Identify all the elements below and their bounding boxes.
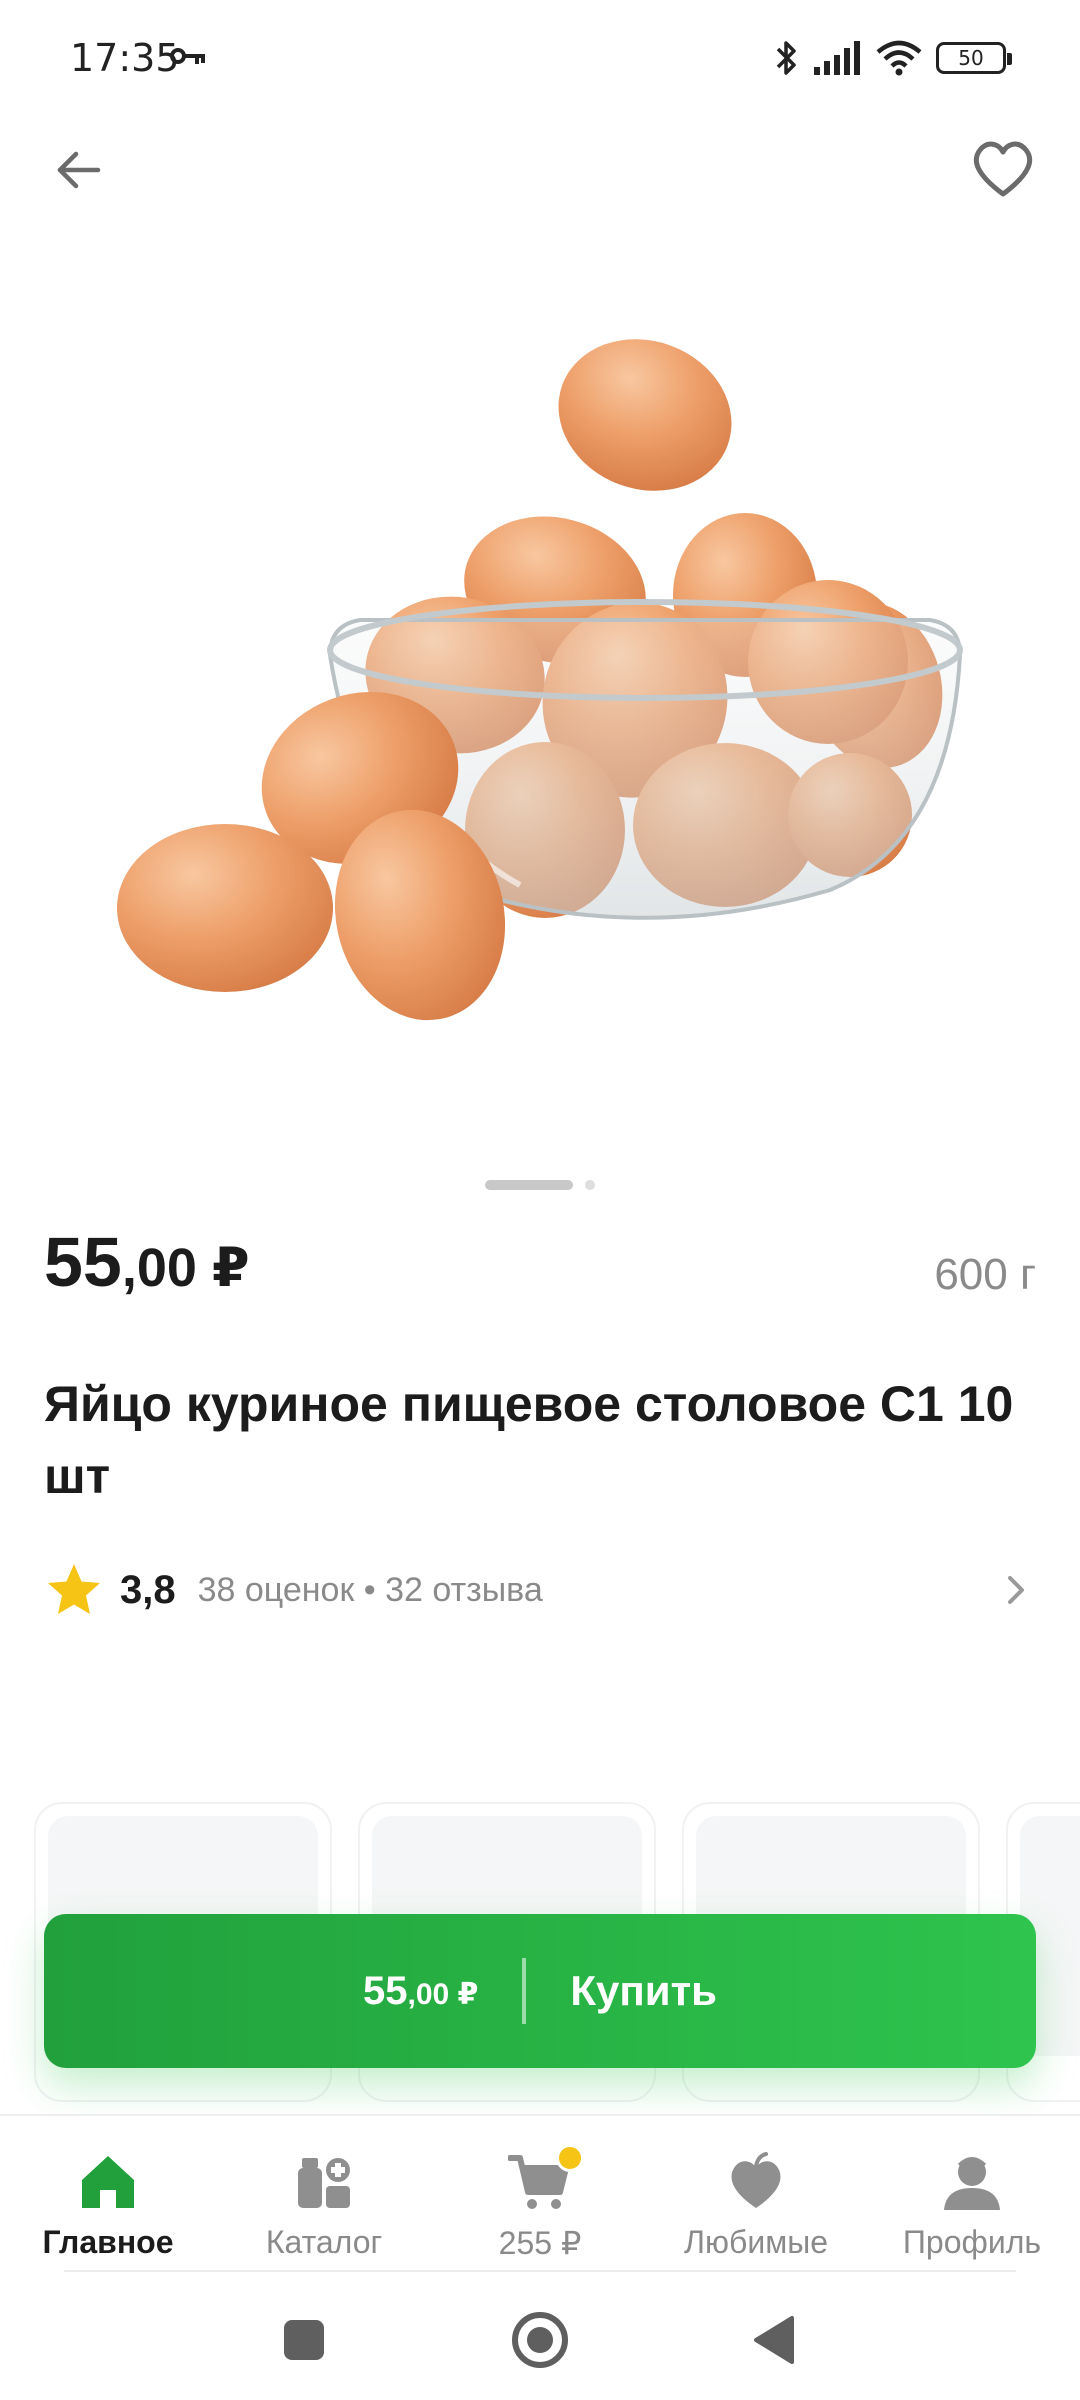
key-icon: [170, 48, 205, 64]
egg-bowl-illustration: [117, 339, 963, 1021]
nav-label-profile: Профиль: [902, 2224, 1042, 2260]
product-weight: 600 г: [934, 1250, 1036, 1299]
status-icons: 50: [774, 36, 1012, 80]
profile-icon: [944, 2157, 1000, 2210]
price-main: 55: [44, 1223, 122, 1301]
nav-label-home: Главное: [42, 2224, 174, 2260]
circle-icon: [512, 2312, 568, 2368]
buy-button-label: Купить: [570, 1967, 717, 2014]
battery-level: 50: [958, 46, 984, 70]
product-price: 55,00 ₽: [44, 1222, 250, 1302]
nav-item-cart[interactable]: 255 ₽: [432, 2144, 648, 2270]
status-bar: 17:35 50: [0, 0, 1080, 118]
signal-icon: [814, 41, 860, 75]
catalog-icon: [298, 2158, 350, 2208]
nav-label-favorites: Любимые: [684, 2224, 828, 2260]
triangle-back-icon: [754, 2316, 794, 2364]
heart-apple-icon: [731, 2152, 781, 2208]
rating-meta: 38 оценок • 32 отзыва: [197, 1570, 543, 1609]
battery-icon: 50: [936, 42, 1012, 74]
buy-price-main: 55: [363, 1968, 408, 2013]
image-pager: [0, 1180, 1080, 1190]
favorite-button[interactable]: [968, 134, 1038, 204]
back-button[interactable]: [48, 140, 108, 200]
pager-dot[interactable]: [585, 1180, 595, 1190]
nav-item-profile[interactable]: Профиль: [864, 2150, 1080, 2270]
back-system-button[interactable]: [746, 2310, 806, 2370]
nav-label-catalog: Каталог: [265, 2224, 383, 2260]
bottom-nav: Главное Каталог 255 ₽ Любимые Профиль: [0, 2114, 1080, 2274]
home-icon: [82, 2156, 134, 2208]
nav-label-cart: 255 ₽: [498, 2225, 582, 2261]
price-cents: ,00 ₽: [121, 1238, 250, 1298]
rating-row[interactable]: 3,8 38 оценок • 32 отзыва: [44, 1556, 1036, 1624]
chevron-right-icon: [1008, 1576, 1024, 1604]
recents-button[interactable]: [274, 2310, 334, 2370]
star-icon: [48, 1564, 100, 1614]
nav-item-catalog[interactable]: Каталог: [216, 2150, 432, 2270]
product-title: Яйцо куриное пищевое столовое С1 10 шт: [44, 1376, 1014, 1504]
cart-badge: [556, 2144, 584, 2172]
bluetooth-icon: [776, 41, 796, 75]
buy-price-cents: ,00 ₽: [407, 1977, 479, 2011]
nav-item-home[interactable]: Главное: [0, 2150, 216, 2270]
home-system-button[interactable]: [510, 2310, 570, 2370]
heart-outline-icon: [973, 141, 1033, 197]
buy-button-price: 55,00 ₽: [363, 1969, 522, 2014]
system-divider: [64, 2270, 1016, 2272]
product-image[interactable]: [0, 230, 1080, 1130]
wifi-icon: [876, 40, 922, 76]
system-nav-bar: [0, 2282, 1080, 2400]
square-icon: [284, 2320, 324, 2360]
status-time: 17:35: [70, 36, 180, 80]
nav-item-favorites[interactable]: Любимые: [648, 2150, 864, 2270]
buy-button[interactable]: 55,00 ₽ Купить: [44, 1914, 1036, 2068]
pager-dot-active[interactable]: [485, 1180, 573, 1190]
arrow-left-icon: [57, 151, 101, 189]
rating-value: 3,8: [120, 1567, 176, 1612]
